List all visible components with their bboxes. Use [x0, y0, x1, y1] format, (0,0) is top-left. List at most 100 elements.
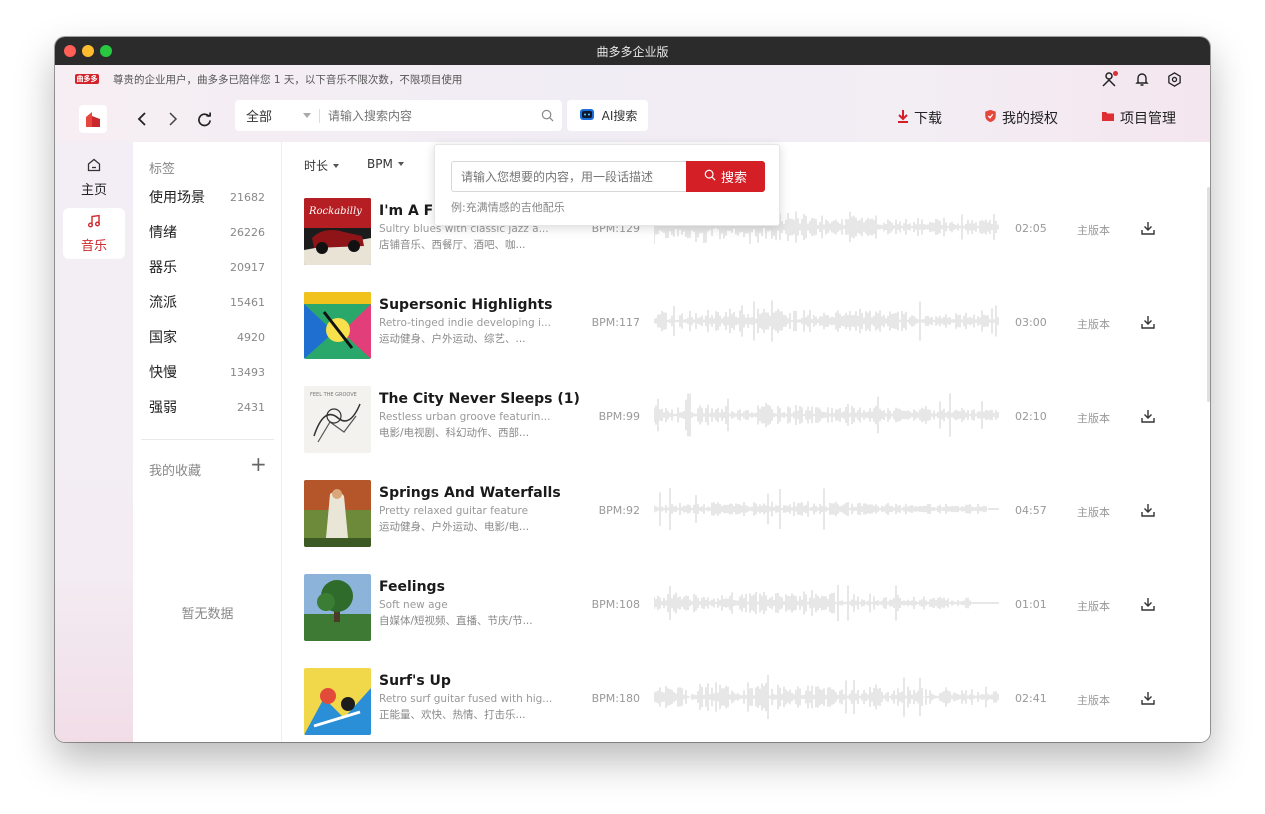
rail-item-music[interactable]: 音乐 — [63, 208, 125, 259]
svg-text:FEEL THE GROOVE: FEEL THE GROOVE — [310, 392, 357, 398]
rail-item-home[interactable]: 主页 — [63, 152, 125, 203]
download-icon[interactable] — [1138, 688, 1158, 708]
track-description: Restless urban groove featurin... — [379, 411, 551, 423]
waveform[interactable] — [654, 578, 999, 628]
track-row[interactable]: FEEL THE GROOVE The City Never Sleeps (1… — [304, 386, 1204, 458]
refresh-button[interactable] — [193, 109, 215, 129]
ai-search-button[interactable]: AI搜索 — [567, 100, 648, 131]
ai-search-submit-label: 搜索 — [720, 171, 747, 186]
track-version[interactable]: 主版本 — [1077, 410, 1110, 426]
scope-dropdown-icon[interactable] — [303, 113, 311, 118]
ai-search-input[interactable] — [451, 161, 687, 192]
caret-down-icon — [333, 163, 340, 168]
category-instrument[interactable]: 器乐 20917 — [149, 257, 265, 277]
album-cover[interactable] — [304, 480, 371, 547]
track-row[interactable]: Surf's Up Retro surf guitar fused with h… — [304, 668, 1204, 740]
search-divider — [319, 108, 320, 123]
download-icon[interactable] — [1138, 594, 1158, 614]
add-favorite-button[interactable]: + — [250, 454, 267, 474]
track-title[interactable]: Supersonic Highlights — [379, 297, 552, 313]
search-icon[interactable] — [532, 109, 562, 122]
list-scrollbar[interactable] — [1207, 187, 1210, 402]
track-version[interactable]: 主版本 — [1077, 316, 1110, 332]
track-bpm: BPM:99 — [598, 410, 640, 423]
track-title[interactable]: Surf's Up — [379, 673, 451, 689]
track-version[interactable]: 主版本 — [1077, 692, 1110, 708]
track-title[interactable]: The City Never Sleeps (1) — [379, 391, 580, 407]
album-cover[interactable]: FEEL THE GROOVE — [304, 386, 371, 453]
track-description: Pretty relaxed guitar feature — [379, 505, 529, 517]
filter-bpm[interactable]: BPM — [367, 157, 404, 171]
user-icon[interactable] — [1098, 68, 1120, 90]
back-button[interactable] — [131, 109, 153, 129]
waveform[interactable] — [654, 390, 999, 440]
left-rail: 主页 音乐 — [55, 142, 133, 742]
settings-icon[interactable] — [1163, 68, 1185, 90]
project-management-button[interactable]: 项目管理 — [1101, 108, 1176, 128]
track-version[interactable]: 主版本 — [1077, 504, 1110, 520]
track-tags: 电影/电视剧、科幻动作、西部... — [379, 427, 530, 439]
category-count: 20917 — [230, 260, 265, 274]
music-list-panel: 时长 BPM Rockabilly I'm A Fire Sultry blue… — [282, 142, 1210, 742]
album-cover[interactable] — [304, 668, 371, 735]
search-input[interactable] — [328, 108, 532, 123]
album-cover[interactable] — [304, 292, 371, 359]
title-bar: 曲多多企业版 — [55, 37, 1210, 65]
rail-home-label: 主页 — [80, 182, 107, 198]
robot-icon — [578, 107, 596, 124]
track-version[interactable]: 主版本 — [1077, 598, 1110, 614]
search-bar: 全部 — [235, 100, 562, 131]
favorites-heading: 我的收藏 — [149, 464, 202, 479]
my-license-button[interactable]: 我的授权 — [984, 108, 1058, 128]
home-icon — [87, 158, 101, 176]
download-icon — [897, 109, 909, 127]
category-mood[interactable]: 情绪 26226 — [149, 222, 265, 242]
ai-search-label: AI搜索 — [601, 109, 638, 123]
album-cover[interactable] — [304, 574, 371, 641]
bell-icon[interactable] — [1131, 68, 1153, 90]
window-title: 曲多多企业版 — [596, 45, 669, 59]
download-icon[interactable] — [1138, 218, 1158, 238]
category-label: 器乐 — [149, 260, 177, 276]
track-version[interactable]: 主版本 — [1077, 222, 1110, 238]
track-tags: 自媒体/短视频、直播、节庆/节... — [379, 615, 533, 627]
project-management-label: 项目管理 — [1120, 111, 1176, 127]
track-title[interactable]: Feelings — [379, 579, 445, 595]
ai-search-submit-button[interactable]: 搜索 — [686, 161, 765, 192]
album-cover[interactable]: Rockabilly — [304, 198, 371, 265]
download-icon[interactable] — [1138, 312, 1158, 332]
download-icon[interactable] — [1138, 406, 1158, 426]
filter-duration[interactable]: 时长 — [304, 157, 340, 174]
category-use-scene[interactable]: 使用场景 21682 — [149, 187, 265, 207]
tags-heading: 标签 — [149, 162, 176, 177]
track-bpm: BPM:180 — [591, 692, 640, 705]
category-genre[interactable]: 流派 15461 — [149, 292, 265, 312]
waveform[interactable] — [654, 484, 999, 534]
category-tempo[interactable]: 快慢 13493 — [149, 362, 265, 382]
track-row[interactable]: Springs And Waterfalls Pretty relaxed gu… — [304, 480, 1204, 552]
track-title[interactable]: Springs And Waterfalls — [379, 485, 561, 501]
forward-button[interactable] — [162, 109, 184, 129]
category-label: 快慢 — [149, 365, 177, 381]
waveform[interactable] — [654, 296, 999, 346]
search-scope-select[interactable]: 全部 — [235, 106, 303, 125]
app-logo[interactable] — [79, 105, 107, 133]
waveform[interactable] — [654, 672, 999, 722]
my-license-label: 我的授权 — [1002, 111, 1058, 127]
category-label: 强弱 — [149, 400, 177, 416]
download-icon[interactable] — [1138, 500, 1158, 520]
ai-search-popover: 搜索 例:充满情感的吉他配乐 — [434, 144, 780, 226]
track-row[interactable]: Supersonic Highlights Retro-tinged indie… — [304, 292, 1204, 364]
folder-icon — [1101, 110, 1115, 126]
filter-bpm-label: BPM — [367, 157, 393, 171]
category-count: 4920 — [237, 330, 265, 344]
category-country[interactable]: 国家 4920 — [149, 327, 265, 347]
notice-logo: 曲多多 — [75, 74, 99, 84]
track-row[interactable]: Feelings Soft new age 自媒体/短视频、直播、节庆/节...… — [304, 574, 1204, 646]
track-duration: 02:05 — [1015, 222, 1047, 235]
track-duration: 01:01 — [1015, 598, 1047, 611]
filter-duration-label: 时长 — [304, 159, 329, 173]
download-button[interactable]: 下载 — [897, 108, 942, 128]
category-intensity[interactable]: 强弱 2431 — [149, 397, 265, 417]
app-window: 曲多多企业版 曲多多 尊贵的企业用户，曲多多已陪伴您 1 天，以下音乐不限次数，… — [55, 37, 1210, 742]
